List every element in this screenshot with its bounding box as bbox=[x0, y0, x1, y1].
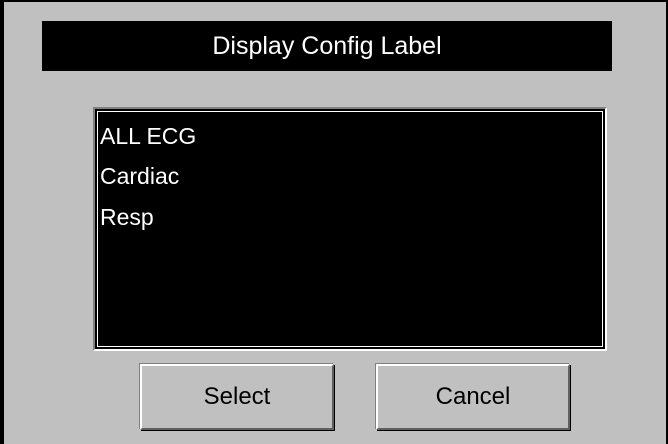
dialog-title: Display Config Label bbox=[42, 21, 612, 71]
config-label-list-viewport[interactable]: ALL ECG Cardiac Resp bbox=[97, 111, 603, 347]
cancel-button[interactable]: Cancel bbox=[376, 364, 570, 430]
select-button[interactable]: Select bbox=[140, 364, 334, 430]
list-item-resp[interactable]: Resp bbox=[100, 197, 154, 237]
config-label-list[interactable]: ALL ECG Cardiac Resp bbox=[93, 107, 607, 351]
list-item-cardiac[interactable]: Cardiac bbox=[100, 156, 179, 196]
display-config-dialog: Display Config Label ALL ECG Cardiac Res… bbox=[0, 0, 668, 444]
list-item-all-ecg[interactable]: ALL ECG bbox=[100, 116, 196, 156]
